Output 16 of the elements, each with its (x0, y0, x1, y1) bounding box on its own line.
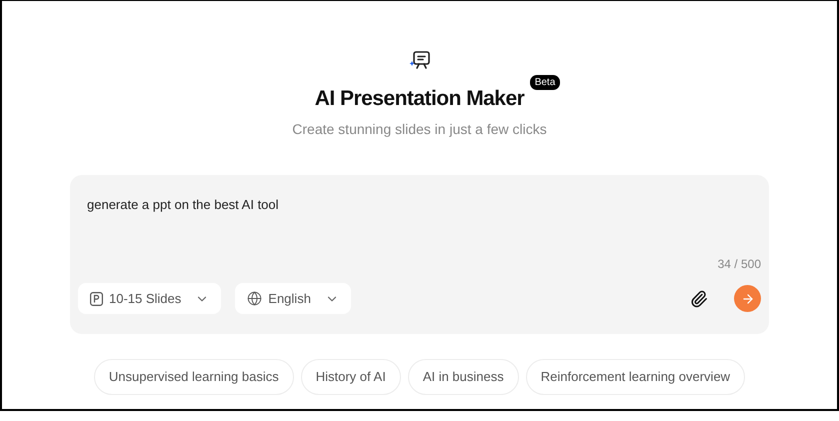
suggestion-chip[interactable]: AI in business (408, 359, 519, 395)
dropdown-select[interactable]: English (235, 283, 351, 314)
p-square-icon (90, 292, 103, 306)
prompt-input[interactable]: generate a ppt on the best AI tool (78, 175, 761, 255)
submit-button[interactable] (734, 285, 761, 312)
page-title: AI Presentation Maker (314, 86, 524, 112)
suggestion-chip[interactable]: Reinforcement learning overview (526, 359, 746, 395)
paperclip-icon[interactable] (690, 290, 708, 308)
globe-icon (247, 291, 262, 306)
subtitle: Create stunning slides in just a few clicks (292, 120, 547, 139)
suggestion-chip[interactable]: History of AI (300, 359, 401, 395)
beta-badge: Beta (530, 75, 560, 90)
arrow-right-icon (740, 292, 754, 306)
character-counter: 34 / 500 (718, 256, 761, 273)
dropdown-select[interactable]: 10-15 Slides (78, 283, 222, 314)
suggestion-chip[interactable]: Unsupervised learning basics (94, 359, 294, 395)
